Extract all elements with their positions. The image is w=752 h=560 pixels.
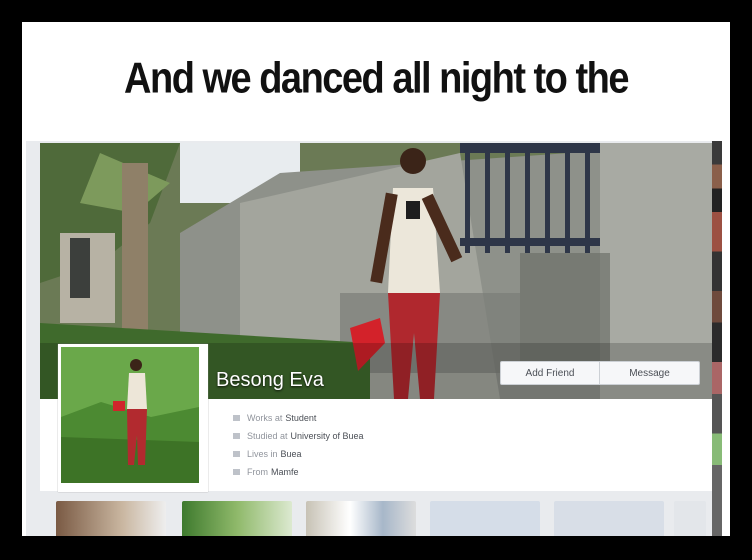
photos-strip	[56, 501, 706, 536]
home-icon	[233, 451, 240, 457]
photo-thumb[interactable]	[306, 501, 416, 536]
intro-residence: Lives in Buea	[233, 449, 302, 459]
photo-thumb[interactable]	[56, 501, 166, 536]
photo-thumb[interactable]	[674, 501, 706, 536]
intro-residence-value[interactable]: Buea	[281, 449, 302, 459]
right-edge-thumbnails	[712, 141, 722, 536]
photo-thumb[interactable]	[182, 501, 292, 536]
add-friend-button[interactable]: Add Friend	[500, 361, 600, 385]
intro-work-value[interactable]: Student	[285, 413, 316, 423]
intro-education-value[interactable]: University of Buea	[291, 431, 364, 441]
profile-picture[interactable]	[58, 344, 208, 492]
facebook-profile-screenshot: Besong Eva Add Friend Message Works at S…	[26, 141, 722, 536]
profile-name[interactable]: Besong Eva	[216, 369, 324, 392]
graduation-cap-icon	[233, 433, 240, 439]
meme-frame: And we danced all night to the Besong Ev…	[22, 22, 730, 536]
briefcase-icon	[233, 415, 240, 421]
location-pin-icon	[233, 469, 240, 475]
message-button[interactable]: Message	[600, 361, 700, 385]
photo-thumb[interactable]	[430, 501, 540, 536]
intro-hometown-prefix: From	[247, 467, 268, 477]
meme-caption: And we danced all night to the	[124, 54, 629, 104]
intro-hometown: From Mamfe	[233, 467, 299, 477]
intro-hometown-value[interactable]: Mamfe	[271, 467, 299, 477]
intro-work-prefix: Works at	[247, 413, 283, 423]
intro-education-prefix: Studied at	[247, 431, 288, 441]
intro-work: Works at Student	[233, 413, 316, 423]
intro-residence-prefix: Lives in	[247, 449, 278, 459]
intro-education: Studied at University of Buea	[233, 431, 364, 441]
profile-picture-image	[61, 347, 199, 483]
photo-thumb[interactable]	[554, 501, 664, 536]
